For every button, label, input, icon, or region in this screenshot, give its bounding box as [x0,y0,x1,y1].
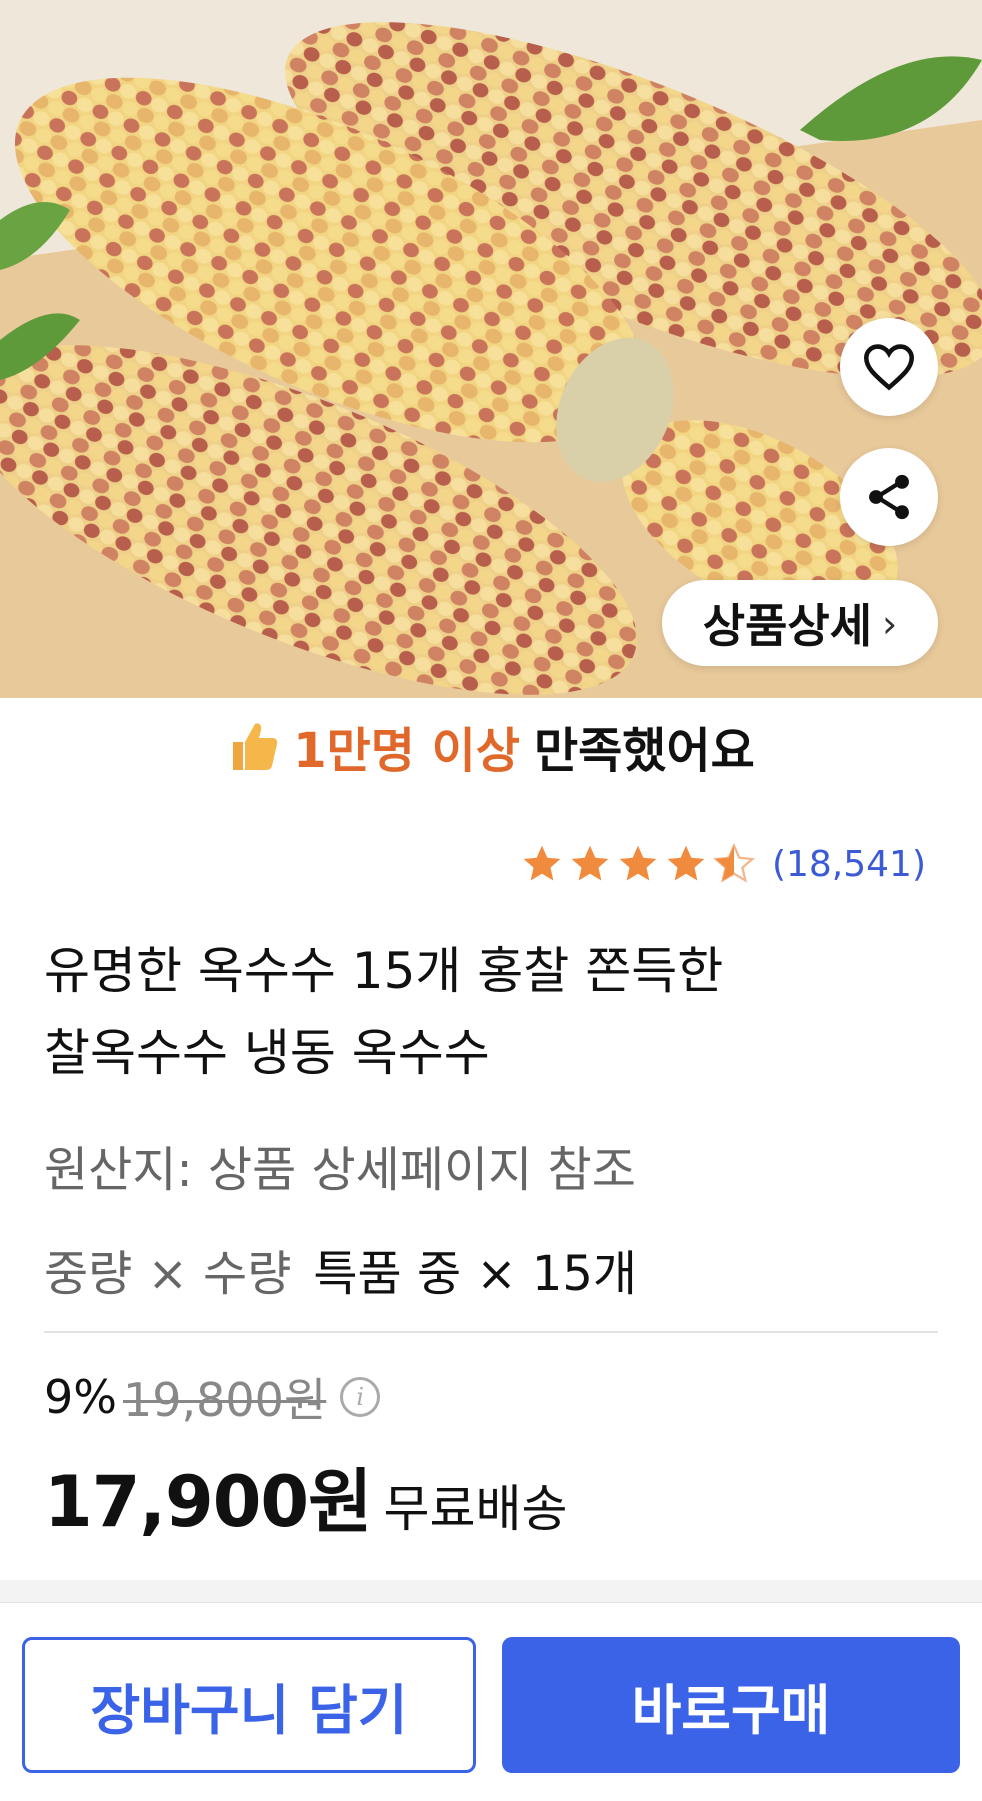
product-title: 유명한 옥수수 15개 홍찰 쫀득한 찰옥수수 냉동 옥수수 [44,930,924,1094]
current-price: 17,900원 [44,1461,373,1543]
satisfaction-highlight: 1만명 이상 [293,723,520,779]
heart-icon [863,344,915,391]
product-title-line1: 유명한 옥수수 15개 홍찰 쫀득한 [44,942,724,1000]
bottom-action-bar: 장바구니 담기 바로구매 [0,1602,982,1801]
add-to-cart-button[interactable]: 장바구니 담기 [22,1637,476,1773]
shipping-info: 무료배송 [383,1480,568,1538]
satisfaction-text: 만족했어요 [533,723,755,779]
info-icon[interactable]: i [340,1377,381,1417]
origin-info: 원산지: 상품 상세페이지 참조 [44,1142,636,1198]
price-discount-row: 9% 19,800원 i [44,1364,381,1430]
product-page: 상품상세 › 1만명 이상 만족했어요 (18,541) 유명한 옥수수 15개 [0,0,982,1801]
product-image[interactable]: 상품상세 › [0,0,982,698]
star-icon [571,845,609,881]
thumbs-up-icon [233,723,278,770]
half-star-icon [712,842,755,883]
star-icon [619,845,657,881]
satisfaction-banner: 1만명 이상 만족했어요 [0,708,982,784]
product-title-line2: 찰옥수수 냉동 옥수수 [44,1024,490,1082]
option-label: 중량 × 수량 [44,1246,292,1302]
star-rating [520,842,756,886]
review-count[interactable]: (18,541) [772,844,926,885]
option-selector[interactable]: 중량 × 수량 특품 중 × 15개 [44,1234,637,1304]
star-icon [667,845,705,881]
star-icon [523,845,561,881]
buy-now-button[interactable]: 바로구매 [502,1637,960,1773]
option-value: 특품 중 × 15개 [313,1246,638,1302]
discount-rate: 9% [44,1370,117,1424]
share-button[interactable] [840,448,938,546]
original-price: 19,800원 [122,1373,327,1427]
product-detail-label: 상품상세 [702,599,873,653]
price-current-row: 17,900원 무료배송 [44,1446,568,1547]
chevron-right-icon: › [882,602,898,646]
section-separator [0,1580,982,1602]
divider [44,1331,938,1333]
rating[interactable]: (18,541) [520,834,926,894]
wishlist-button[interactable] [840,318,938,416]
product-detail-button[interactable]: 상품상세 › [662,580,938,666]
share-icon [869,474,909,520]
